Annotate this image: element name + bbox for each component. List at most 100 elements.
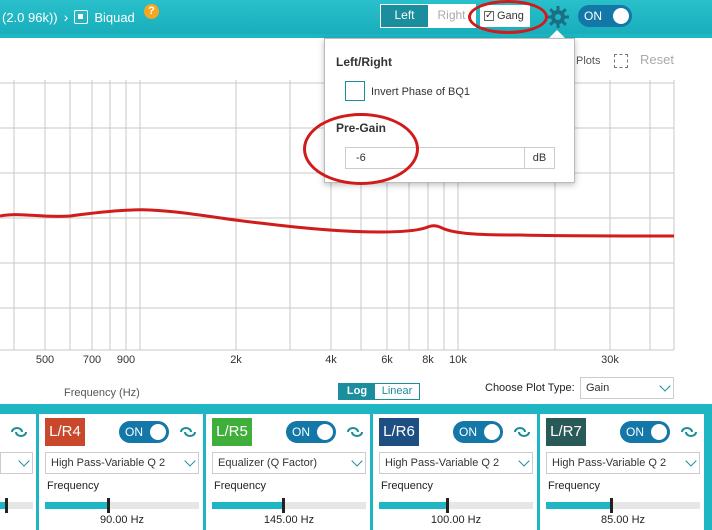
chevron-down-icon (351, 455, 363, 467)
power-toggle[interactable]: ON (578, 5, 632, 27)
frequency-label: Frequency (548, 480, 600, 492)
toggle-knob (317, 424, 333, 440)
x-tick-label: 10k (449, 354, 467, 366)
filter-panel-partial (0, 414, 36, 530)
filter-type-select[interactable]: High Pass-Variable Q 2 (546, 452, 700, 474)
gear-icon[interactable] (546, 5, 570, 29)
link-icon[interactable] (179, 426, 197, 438)
slider-fill (45, 502, 107, 509)
slider-thumb[interactable] (282, 498, 285, 513)
slider-fill (212, 502, 282, 509)
filter-type-select[interactable] (0, 452, 33, 474)
toggle-label: ON (125, 425, 143, 439)
panel-badge: L/R6 (379, 418, 419, 446)
toggle-label: ON (292, 425, 310, 439)
slider-thumb[interactable] (446, 498, 449, 513)
panel-badge: L/R4 (45, 418, 85, 446)
frequency-slider[interactable] (0, 498, 33, 513)
linear-scale-button[interactable]: Linear (375, 384, 419, 399)
toggle-label: ON (459, 425, 477, 439)
frequency-slider[interactable] (212, 498, 366, 513)
toggle-knob (150, 424, 166, 440)
filter-type-value: High Pass-Variable Q 2 (51, 457, 166, 469)
panel-badge: L/R5 (212, 418, 252, 446)
filter-type-select[interactable]: High Pass-Variable Q 2 (45, 452, 199, 474)
invert-phase-checkbox[interactable] (345, 81, 365, 101)
frequency-slider[interactable] (45, 498, 199, 513)
page-title: Biquad (94, 9, 135, 25)
section-pre-gain: Pre-Gain (336, 121, 387, 135)
gang-checkbox[interactable]: ✓ Gang (480, 5, 530, 27)
left-button[interactable]: Left (381, 5, 428, 27)
filter-panels-strip: L/R4 ON High Pass-Variable Q 2 Frequency… (0, 404, 712, 530)
link-icon[interactable] (346, 426, 364, 438)
settings-popup: Left/Right Invert Phase of BQ1 Pre-Gain … (324, 38, 575, 183)
checkbox-check-icon: ✓ (484, 10, 494, 21)
filter-type-value: High Pass-Variable Q 2 (385, 457, 500, 469)
x-tick-label: 4k (325, 354, 337, 366)
toggle-knob (651, 424, 667, 440)
help-icon[interactable]: ? (144, 4, 159, 19)
filter-type-select[interactable]: Equalizer (Q Factor) (212, 452, 366, 474)
slider-thumb[interactable] (5, 498, 8, 513)
frequency-label: Frequency (47, 480, 99, 492)
filter-panel-lr5: L/R5 ON Equalizer (Q Factor) Frequency 1… (206, 414, 370, 530)
toggle-knob (613, 8, 629, 24)
breadcrumb-separator: › (63, 9, 69, 25)
panel-power-toggle[interactable]: ON (119, 421, 169, 443)
slider-thumb[interactable] (610, 498, 613, 513)
chevron-down-icon (184, 455, 196, 467)
toggle-knob (484, 424, 500, 440)
x-tick-label: 6k (381, 354, 393, 366)
slider-thumb[interactable] (107, 498, 110, 513)
chevron-down-icon (685, 455, 697, 467)
x-tick-label: 2k (230, 354, 242, 366)
frequency-slider[interactable] (379, 498, 533, 513)
plot-type-value: Gain (586, 382, 610, 394)
x-axis-label: Frequency (Hz) (64, 387, 140, 399)
plot-type-label: Choose Plot Type: (485, 382, 575, 394)
reset-button[interactable]: Reset (640, 52, 674, 67)
filter-type-select[interactable]: High Pass-Variable Q 2 (379, 452, 533, 474)
zoom-icon[interactable] (614, 54, 628, 68)
frequency-value: 90.00 Hz (99, 514, 145, 526)
gang-label: Gang (497, 10, 524, 22)
invert-phase-label: Invert Phase of BQ1 (371, 86, 471, 98)
frequency-slider[interactable] (546, 498, 700, 513)
log-scale-button[interactable]: Log (339, 384, 375, 399)
pre-gain-value: -6 (356, 152, 366, 164)
frequency-label: Frequency (381, 480, 433, 492)
power-toggle-label: ON (584, 9, 602, 23)
slider-fill (379, 502, 446, 509)
frequency-label: Frequency (214, 480, 266, 492)
breadcrumb: (2.0 96k)) › Biquad (2, 9, 135, 25)
x-tick-label: 30k (601, 354, 619, 366)
right-button[interactable]: Right (428, 5, 475, 27)
left-right-toggle: Left Right (380, 4, 476, 28)
filter-panel-lr7: L/R7 ON High Pass-Variable Q 2 Frequency… (540, 414, 704, 530)
link-icon[interactable] (680, 426, 698, 438)
frequency-value: 145.00 Hz (263, 514, 315, 526)
scale-toggle: Log Linear (338, 383, 420, 400)
x-tick-label: 8k (422, 354, 434, 366)
panel-badge: L/R7 (546, 418, 586, 446)
filter-panel-lr4: L/R4 ON High Pass-Variable Q 2 Frequency… (39, 414, 203, 530)
chip-icon (74, 10, 89, 24)
x-tick-label: 500 (35, 354, 55, 366)
filter-type-value: High Pass-Variable Q 2 (552, 457, 667, 469)
link-icon[interactable] (10, 426, 28, 438)
section-left-right: Left/Right (336, 55, 392, 69)
filter-type-value: Equalizer (Q Factor) (218, 457, 318, 469)
link-icon[interactable] (513, 426, 531, 438)
plots-label[interactable]: Plots (576, 55, 600, 67)
chevron-down-icon (659, 380, 671, 392)
slider-fill (546, 502, 610, 509)
breadcrumb-prefix[interactable]: (2.0 96k)) (2, 10, 58, 25)
pre-gain-input[interactable]: -6 dB (345, 147, 555, 169)
panel-power-toggle[interactable]: ON (453, 421, 503, 443)
panel-power-toggle[interactable]: ON (286, 421, 336, 443)
plot-type-select[interactable]: Gain (580, 377, 674, 399)
frequency-value: 85.00 Hz (600, 514, 646, 526)
panel-power-toggle[interactable]: ON (620, 421, 670, 443)
response-curve (0, 208, 675, 238)
